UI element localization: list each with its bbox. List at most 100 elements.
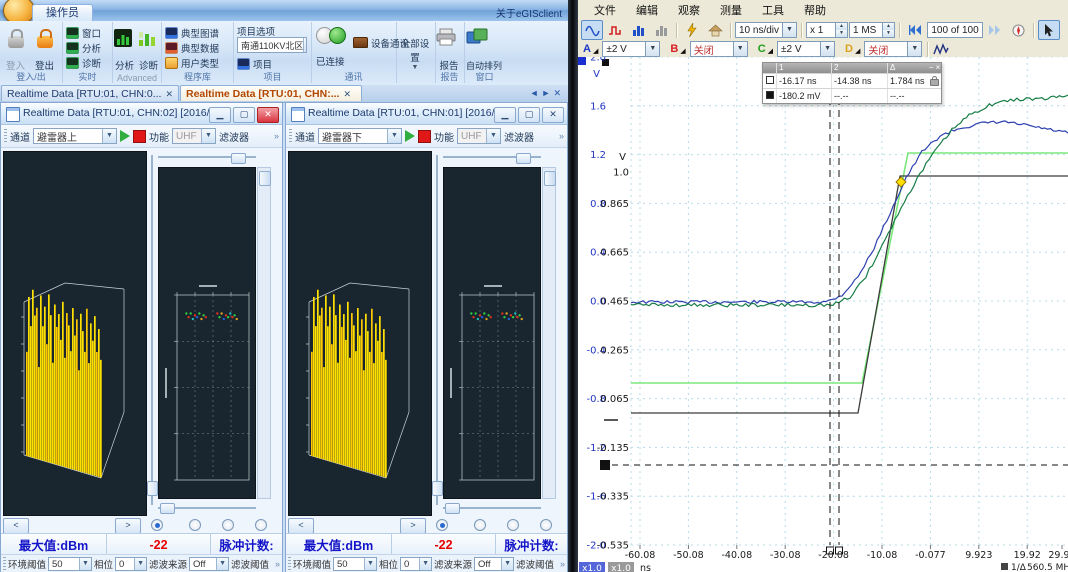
menu-tools[interactable]: 工具 <box>752 2 794 18</box>
scrollbar-thumb[interactable] <box>544 171 556 186</box>
trigger-button[interactable] <box>681 20 703 40</box>
scroll-right-button[interactable]: > <box>115 518 141 534</box>
filter-source-select[interactable]: Off▼ <box>474 557 514 571</box>
menu-file[interactable]: 文件 <box>584 2 626 18</box>
top-slider-handle[interactable] <box>231 153 246 164</box>
user-type-item[interactable]: 用户类型 <box>165 56 219 69</box>
maximize-button[interactable]: ▢ <box>518 107 540 123</box>
stop-button[interactable] <box>418 130 431 143</box>
close-icon[interactable]: ✕ <box>343 89 351 99</box>
toolbar-grip[interactable] <box>289 129 292 143</box>
channel-b-cursor-icon[interactable]: ◢ <box>680 47 685 55</box>
channel-a-range-select[interactable]: ±2 V▼ <box>602 41 660 57</box>
logout-button[interactable]: 登出 <box>31 24 58 72</box>
phase-select[interactable]: 0▼ <box>115 557 147 571</box>
toolbar-grip[interactable] <box>288 557 291 571</box>
project-select[interactable]: 南通110KV北区▼ <box>237 37 307 53</box>
toolbar-overflow[interactable]: » <box>560 559 565 569</box>
vertical-scrollbar[interactable] <box>257 167 271 499</box>
doc-tab-chn02[interactable]: Realtime Data [RTU:01, CHN:0...✕ <box>1 85 179 101</box>
histogram-disabled-button[interactable] <box>650 20 672 40</box>
info-close-icon[interactable]: × <box>936 63 941 72</box>
lock-icon[interactable] <box>930 79 939 86</box>
level-cursor-handle[interactable] <box>600 460 610 470</box>
maximize-button[interactable]: ▢ <box>233 107 255 123</box>
channel-a-cursor-icon[interactable]: ◢ <box>593 47 598 55</box>
toolbar-overflow[interactable]: » <box>274 131 279 141</box>
timebase-select[interactable]: 10 ns/div▼ <box>735 22 797 38</box>
toolbar-overflow[interactable]: » <box>275 559 280 569</box>
top-slider-handle[interactable] <box>516 153 531 164</box>
about-link[interactable]: 关于eGISclient <box>496 5 562 20</box>
waveform-mode-button[interactable] <box>581 20 603 40</box>
toolbar-grip[interactable] <box>3 557 6 571</box>
project-item[interactable]: 项目 <box>237 57 272 70</box>
close-button[interactable]: ✕ <box>542 107 564 123</box>
vertical-slider-handle[interactable] <box>147 481 158 496</box>
channel-a-level-marker[interactable] <box>578 57 586 65</box>
filter-source-select[interactable]: Off▼ <box>189 557 229 571</box>
doc-tab-chn01-active[interactable]: Realtime Data [RTU:01, CHN:...✕ <box>180 85 362 101</box>
all-settings-button[interactable]: 全部设置 ▼ <box>398 24 432 76</box>
play-button[interactable] <box>120 130 130 142</box>
scrollbar-thumb[interactable] <box>259 171 271 186</box>
freq-checkbox[interactable] <box>1001 563 1008 570</box>
tab-nav-buttons[interactable]: ◄►✕ <box>530 88 564 99</box>
typical-atlas-item[interactable]: 典型图谱 <box>165 26 219 39</box>
report-button[interactable]: 报告 <box>436 24 462 72</box>
prev-segment-button[interactable] <box>904 20 926 40</box>
multiplier-spinner[interactable]: x 1▲▼ <box>806 22 848 38</box>
home-button[interactable] <box>704 20 726 40</box>
select-tool-button[interactable] <box>1038 20 1060 40</box>
vertical-scrollbar[interactable] <box>542 167 556 499</box>
bottom-slider-handle[interactable] <box>445 503 460 514</box>
analyze-menu-item[interactable]: 分析 <box>66 41 101 54</box>
typical-data-item[interactable]: 典型数据 <box>165 41 219 54</box>
phase-select[interactable]: 0▼ <box>400 557 432 571</box>
math-wave-icon[interactable] <box>933 43 949 56</box>
navigator-button[interactable] <box>1007 20 1029 40</box>
channel-c-cursor-icon[interactable]: ◢ <box>768 47 773 55</box>
bottom-slider-handle[interactable] <box>160 503 175 514</box>
spinner-arrows-icon[interactable]: ▲▼ <box>882 23 894 37</box>
pan-tool-button[interactable] <box>1061 20 1068 40</box>
info-minimize-icon[interactable]: − <box>929 63 934 72</box>
spinner-arrows-icon[interactable]: ▲▼ <box>835 23 847 37</box>
scroll-right-button[interactable]: > <box>400 518 426 534</box>
env-threshold-select[interactable]: 50▼ <box>333 557 377 571</box>
close-icon[interactable]: ✕ <box>165 89 173 99</box>
menu-help[interactable]: 帮助 <box>794 2 836 18</box>
function-select[interactable]: UHF▼ <box>457 128 501 144</box>
menu-edit[interactable]: 编辑 <box>626 2 668 18</box>
channel-b-range-select[interactable]: 关闭▼ <box>690 41 748 57</box>
toolbar-grip[interactable] <box>4 129 7 143</box>
close-button[interactable]: ✕ <box>257 107 279 123</box>
function-select[interactable]: UHF▼ <box>172 128 216 144</box>
vertical-slider-track[interactable] <box>151 155 153 505</box>
scroll-left-button[interactable]: < <box>3 518 29 534</box>
channel-select[interactable]: 避雷器下▼ <box>318 128 402 144</box>
scroll-left-button[interactable]: < <box>288 518 314 534</box>
sample-depth-spinner[interactable]: 1 MS▲▼ <box>849 22 895 38</box>
vertical-slider-handle[interactable] <box>432 481 443 496</box>
vertical-slider-track[interactable] <box>436 155 438 505</box>
play-button[interactable] <box>405 130 415 142</box>
next-segment-button[interactable] <box>984 20 1006 40</box>
window-menu-item[interactable]: 窗口 <box>66 26 101 39</box>
ribbon-tab-operator[interactable]: 操作员 <box>32 4 93 22</box>
channel-d-cursor-icon[interactable]: ◢ <box>855 47 860 55</box>
minimize-button[interactable]: ▁ <box>209 107 231 123</box>
minimize-button[interactable]: ▁ <box>494 107 516 123</box>
segment-position-field[interactable]: 100 of 100 <box>927 22 983 38</box>
stop-button[interactable] <box>133 130 146 143</box>
pulse-mode-button[interactable] <box>604 20 626 40</box>
menu-measure[interactable]: 测量 <box>710 2 752 18</box>
channel-select[interactable]: 避雷器上▼ <box>33 128 117 144</box>
menu-view[interactable]: 观察 <box>668 2 710 18</box>
env-threshold-select[interactable]: 50▼ <box>48 557 92 571</box>
diagnose-menu-item[interactable]: 诊断 <box>66 56 101 69</box>
toolbar-overflow[interactable]: » <box>559 131 564 141</box>
advanced-diagnose-button[interactable]: 诊断 <box>137 24 160 72</box>
histogram-button[interactable] <box>627 20 649 40</box>
auto-arrange-button[interactable]: 自动排列 <box>466 24 502 72</box>
